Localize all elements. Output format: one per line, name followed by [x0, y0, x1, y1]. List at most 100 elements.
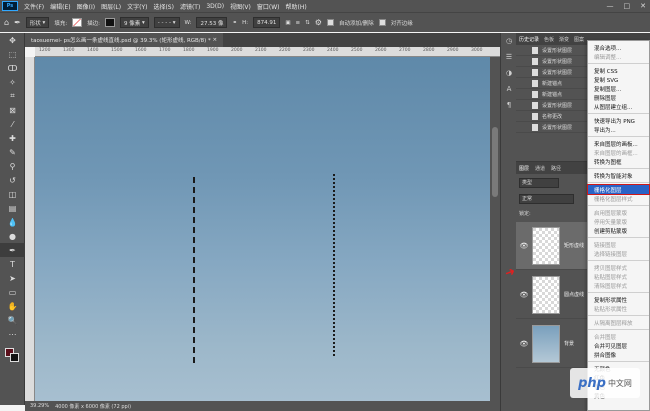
marquee-tool-icon[interactable]: ⬚: [0, 47, 25, 61]
path-arrange-icon[interactable]: ⇅: [305, 20, 310, 26]
menu-window[interactable]: 窗口(W): [257, 2, 280, 11]
context-menu-item[interactable]: 合并可见图层: [588, 341, 649, 350]
lasso-tool-icon[interactable]: ↀ: [0, 61, 25, 75]
visibility-eye-icon[interactable]: 👁: [516, 340, 532, 348]
shape-tool-icon[interactable]: ▭: [0, 285, 25, 299]
background-color-swatch[interactable]: [10, 353, 19, 362]
menu-layer[interactable]: 图层(L): [101, 2, 121, 11]
context-menu-item[interactable]: 转换为图框: [588, 157, 649, 166]
stroke-type-select[interactable]: - - - - ▾: [153, 17, 180, 28]
canvas[interactable]: [35, 57, 490, 401]
history-panel-icon[interactable]: ◷: [501, 33, 517, 49]
menu-select[interactable]: 选择(S): [153, 2, 174, 11]
width-input[interactable]: 27.53 像: [196, 17, 228, 28]
brush-tool-icon[interactable]: ✎: [0, 145, 25, 159]
dashed-line-shape[interactable]: [193, 177, 195, 364]
blend-mode-select[interactable]: 正常: [519, 194, 574, 204]
context-menu-item[interactable]: 转换为智能对象: [588, 171, 649, 180]
close-tab-icon[interactable]: ×: [213, 37, 218, 43]
hand-tool-icon[interactable]: ✋: [0, 299, 25, 313]
context-menu-item[interactable]: 复制形状属性: [588, 295, 649, 304]
zoom-level[interactable]: 39.29%: [30, 403, 49, 409]
menu-help[interactable]: 帮助(H): [286, 2, 307, 11]
fill-swatch[interactable]: [72, 18, 83, 27]
blur-tool-icon[interactable]: 💧: [0, 215, 25, 229]
context-menu-item[interactable]: 拼合图像: [588, 350, 649, 359]
gear-icon[interactable]: ⚙: [315, 18, 322, 27]
properties-panel-icon[interactable]: ☰: [501, 49, 517, 65]
tab-paths[interactable]: 路径: [551, 165, 561, 172]
tab-history[interactable]: 历史记录: [519, 36, 539, 43]
context-menu-item[interactable]: 删除图层: [588, 93, 649, 102]
path-align-icon[interactable]: ≡: [296, 20, 301, 26]
context-menu-item[interactable]: 复制图层...: [588, 84, 649, 93]
scrollbar-thumb[interactable]: [492, 127, 498, 197]
context-menu-item[interactable]: 复制 SVG: [588, 75, 649, 84]
tab-layers[interactable]: 图层: [519, 165, 529, 172]
menu-edit[interactable]: 编辑(E): [50, 2, 70, 11]
pen-tool-icon[interactable]: ✒: [0, 243, 25, 257]
tab-gradients[interactable]: 渐变: [559, 36, 569, 43]
height-input[interactable]: 874.91: [253, 17, 281, 28]
ruler-tick-label: 2000: [231, 48, 243, 53]
tab-patterns[interactable]: 图案: [574, 36, 584, 43]
menu-file[interactable]: 文件(F): [24, 2, 44, 11]
link-icon[interactable]: ⚭: [232, 20, 237, 26]
more-tools-icon[interactable]: ⋯: [0, 327, 25, 341]
align-edges-checkbox[interactable]: [378, 19, 386, 26]
layer-filter-select[interactable]: 类型: [519, 178, 559, 188]
adjustments-panel-icon[interactable]: ◑: [501, 65, 517, 81]
visibility-eye-icon[interactable]: 👁: [516, 291, 532, 299]
close-window-button[interactable]: ✕: [640, 2, 646, 10]
magic-wand-tool-icon[interactable]: ✧: [0, 75, 25, 89]
document-tab[interactable]: taosuemei- ps怎么画一条虚线直线.psd @ 39.3% (矩形虚线…: [25, 33, 224, 47]
clone-stamp-tool-icon[interactable]: ⚲: [0, 159, 25, 173]
gradient-tool-icon[interactable]: ▤: [0, 201, 25, 215]
pen-tool-preset-icon[interactable]: ✒: [14, 18, 21, 27]
stroke-swatch[interactable]: [105, 18, 116, 27]
context-menu-item[interactable]: 混合选项...: [588, 43, 649, 52]
minimize-button[interactable]: —: [607, 2, 614, 10]
history-row-label: 设置形状图层: [542, 124, 573, 131]
character-panel-icon[interactable]: A: [501, 81, 517, 97]
eyedropper-tool-icon[interactable]: ⁄: [0, 117, 25, 131]
tab-channels[interactable]: 通道: [535, 165, 545, 172]
menu-image[interactable]: 图像(I): [77, 2, 95, 11]
path-selection-tool-icon[interactable]: ➤: [0, 271, 25, 285]
menu-type[interactable]: 文字(Y): [127, 2, 147, 11]
maximize-button[interactable]: □: [624, 2, 631, 10]
auto-add-checkbox[interactable]: [326, 19, 334, 26]
menu-3d[interactable]: 3D(D): [206, 3, 224, 10]
paragraph-panel-icon[interactable]: ¶: [501, 97, 517, 113]
home-icon[interactable]: ⌂: [4, 18, 9, 27]
context-menu-item[interactable]: 快速导出为 PNG: [588, 116, 649, 125]
context-menu-item: 清除图层样式: [594, 283, 628, 290]
canvas-scrollbar[interactable]: [490, 57, 500, 401]
healing-brush-tool-icon[interactable]: ✚: [0, 131, 25, 145]
context-menu-item[interactable]: 来自图层的画板...: [588, 139, 649, 148]
path-ops-icon[interactable]: ▣: [285, 20, 290, 26]
ruler-tick-label: 1200: [39, 48, 51, 53]
stroke-width-input[interactable]: 9 像素 ▾: [120, 17, 149, 28]
move-tool-icon[interactable]: ✥: [0, 33, 25, 47]
dotted-line-shape[interactable]: [333, 174, 335, 358]
crop-tool-icon[interactable]: ⌗: [0, 89, 25, 103]
tool-mode-select[interactable]: 形状 ▾: [25, 17, 50, 28]
history-brush-tool-icon[interactable]: ↺: [0, 173, 25, 187]
context-menu-item[interactable]: 从图层建立组...: [588, 102, 649, 111]
menu-view[interactable]: 视图(V): [230, 2, 251, 11]
dodge-tool-icon[interactable]: ●: [0, 229, 25, 243]
ruler-tick-label: 1500: [111, 48, 123, 53]
context-menu-item[interactable]: 导出为...: [588, 125, 649, 134]
tab-swatches[interactable]: 色板: [544, 36, 554, 43]
eraser-tool-icon[interactable]: ◫: [0, 187, 25, 201]
context-menu-item[interactable]: 栅格化图层: [587, 184, 650, 195]
type-tool-icon[interactable]: T: [0, 257, 25, 271]
menu-filter[interactable]: 滤镜(T): [180, 2, 200, 11]
zoom-tool-icon[interactable]: 🔍: [0, 313, 25, 327]
context-menu-item[interactable]: 复制 CSS: [588, 66, 649, 75]
context-menu-item[interactable]: 创建剪贴蒙版: [588, 226, 649, 235]
layer-name: 背景: [564, 341, 575, 347]
frame-tool-icon[interactable]: ⊠: [0, 103, 25, 117]
visibility-eye-icon[interactable]: 👁: [516, 242, 532, 250]
